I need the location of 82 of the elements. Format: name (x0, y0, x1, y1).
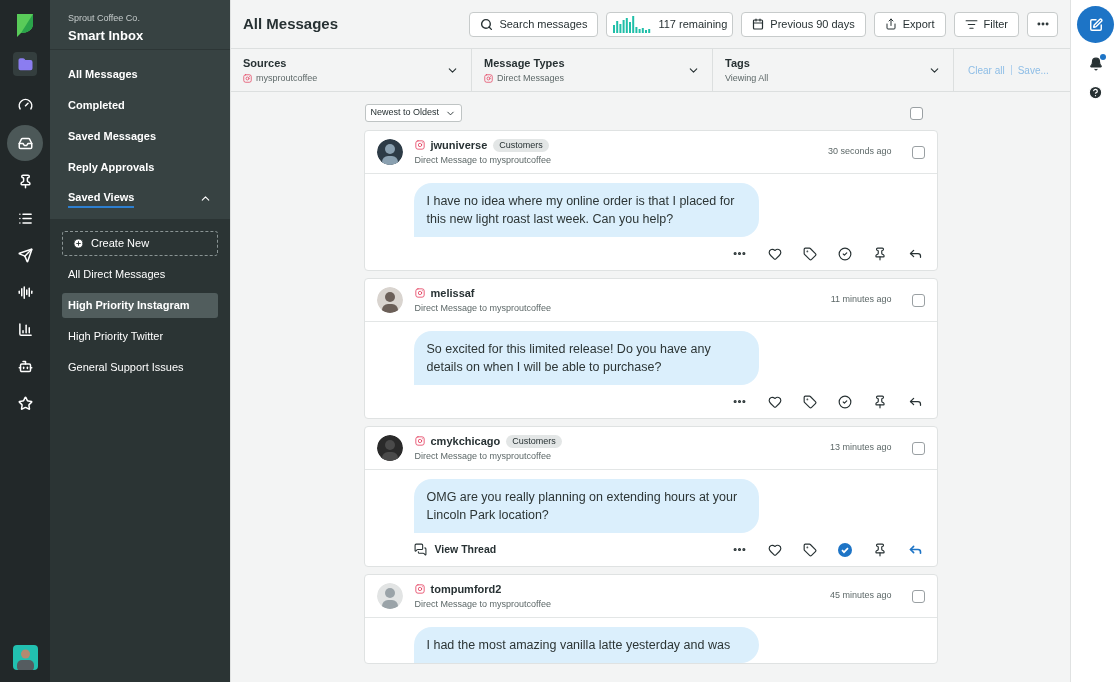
filter-button[interactable]: Filter (953, 11, 1019, 37)
nav-item[interactable]: Saved Messages (50, 121, 230, 152)
timestamp: 30 seconds ago (827, 145, 892, 159)
company-name: Sprout Coffee Co. (68, 12, 141, 25)
tag-icon[interactable] (802, 542, 817, 557)
export-icon (884, 18, 897, 30)
complete-icon[interactable] (837, 394, 852, 409)
message-bubble: I had the most amazing vanilla latte yesterday and was (413, 627, 759, 663)
instagram-icon (484, 73, 493, 83)
checkbox[interactable] (911, 589, 925, 603)
create-new-button[interactable]: Create New (62, 231, 218, 256)
message-bubble: I have no idea where my online order is that I placed for this new light roast last week. Can you help? (413, 183, 759, 237)
help-icon[interactable] (1088, 85, 1103, 100)
search-icon (480, 17, 494, 31)
instagram-icon (414, 140, 425, 151)
username: jwuniverse (430, 138, 488, 153)
tag-icon[interactable] (802, 246, 817, 261)
customer-tag: Customers (493, 138, 549, 152)
saved-view-item[interactable]: All Direct Messages (62, 262, 218, 287)
inbox-icon[interactable] (7, 125, 43, 161)
username: tompumford2 (430, 582, 502, 597)
view-thread-button[interactable]: View Thread (413, 541, 497, 558)
pin-icon[interactable] (872, 394, 887, 409)
checkbox[interactable] (911, 145, 925, 159)
filter-dropdown[interactable]: Sources mysproutcoffee (231, 49, 472, 91)
message-subtitle: Direct Message to mysproutcoffee (414, 449, 552, 463)
message-subtitle: Direct Message to mysproutcoffee (414, 301, 552, 315)
folder-icon[interactable] (13, 52, 37, 76)
like-icon[interactable] (767, 246, 782, 261)
compose-icon (1088, 17, 1103, 32)
export-button[interactable]: Export (873, 11, 946, 37)
timestamp: 13 minutes ago (829, 441, 892, 455)
timestamp: 11 minutes ago (830, 293, 892, 307)
saved-view-item[interactable]: High Priority Twitter (62, 324, 218, 349)
filter-label: Tags (725, 56, 751, 71)
checkbox[interactable] (911, 293, 925, 307)
filter-icon (964, 17, 978, 31)
filter-value: Direct Messages (497, 71, 565, 85)
page-title: All Messages (243, 13, 340, 34)
checkbox[interactable] (911, 441, 925, 455)
nav-item[interactable]: Completed (50, 90, 230, 121)
checkbox[interactable] (909, 106, 923, 120)
complete-icon[interactable] (837, 246, 852, 261)
chat-icon (413, 543, 427, 556)
username: cmykchicago (430, 434, 501, 449)
calendar-icon (752, 18, 765, 30)
instagram-icon (414, 436, 425, 447)
filter-value: mysproutcoffee (256, 71, 318, 85)
compose-button[interactable] (1077, 6, 1114, 43)
saved-view-item[interactable]: General Support Issues (62, 355, 218, 380)
sparkline-icon (612, 15, 653, 33)
remaining-button[interactable]: 117 remaining (606, 11, 734, 37)
nav-item[interactable]: All Messages (50, 59, 230, 90)
timestamp: 45 minutes ago (829, 589, 892, 603)
saved-view-item[interactable]: High Priority Instagram (62, 293, 218, 318)
sort-dropdown[interactable]: Newest to Oldest (364, 104, 463, 122)
date-range-button[interactable]: Previous 90 days (741, 11, 866, 37)
pin-icon[interactable] (872, 246, 887, 261)
filter-value: Viewing All (725, 71, 769, 85)
message-subtitle: Direct Message to mysproutcoffee (414, 153, 552, 167)
filter-label: Sources (243, 56, 288, 71)
instagram-icon (414, 288, 425, 299)
filter-label: Message Types (484, 56, 565, 71)
message-bubble: OMG are you really planning on extending hours at your Lincoln Park location? (413, 479, 759, 533)
message-subtitle: Direct Message to mysproutcoffee (414, 597, 552, 611)
plus-icon (73, 238, 84, 249)
message-bubble: So excited for this limited release! Do you have any details on when I will be able to purchase? (413, 331, 759, 385)
app-title: Smart Inbox (68, 26, 145, 45)
notification-icon[interactable] (1088, 57, 1103, 71)
filter-dropdown[interactable]: Message Types Direct Messages (472, 49, 713, 91)
search-button[interactable]: Search messages (469, 11, 599, 37)
filter-dropdown[interactable]: Tags Viewing All (713, 49, 954, 91)
nav-item[interactable]: Reply Approvals (50, 152, 230, 183)
username: melissaf (430, 286, 475, 301)
instagram-icon (243, 73, 252, 83)
saved-views-toggle[interactable]: Saved Views (68, 188, 135, 209)
customer-tag: Customers (506, 434, 562, 448)
instagram-icon (414, 584, 425, 595)
like-icon[interactable] (767, 542, 782, 557)
pin-icon[interactable] (872, 542, 887, 557)
like-icon[interactable] (767, 394, 782, 409)
tag-icon[interactable] (802, 394, 817, 409)
